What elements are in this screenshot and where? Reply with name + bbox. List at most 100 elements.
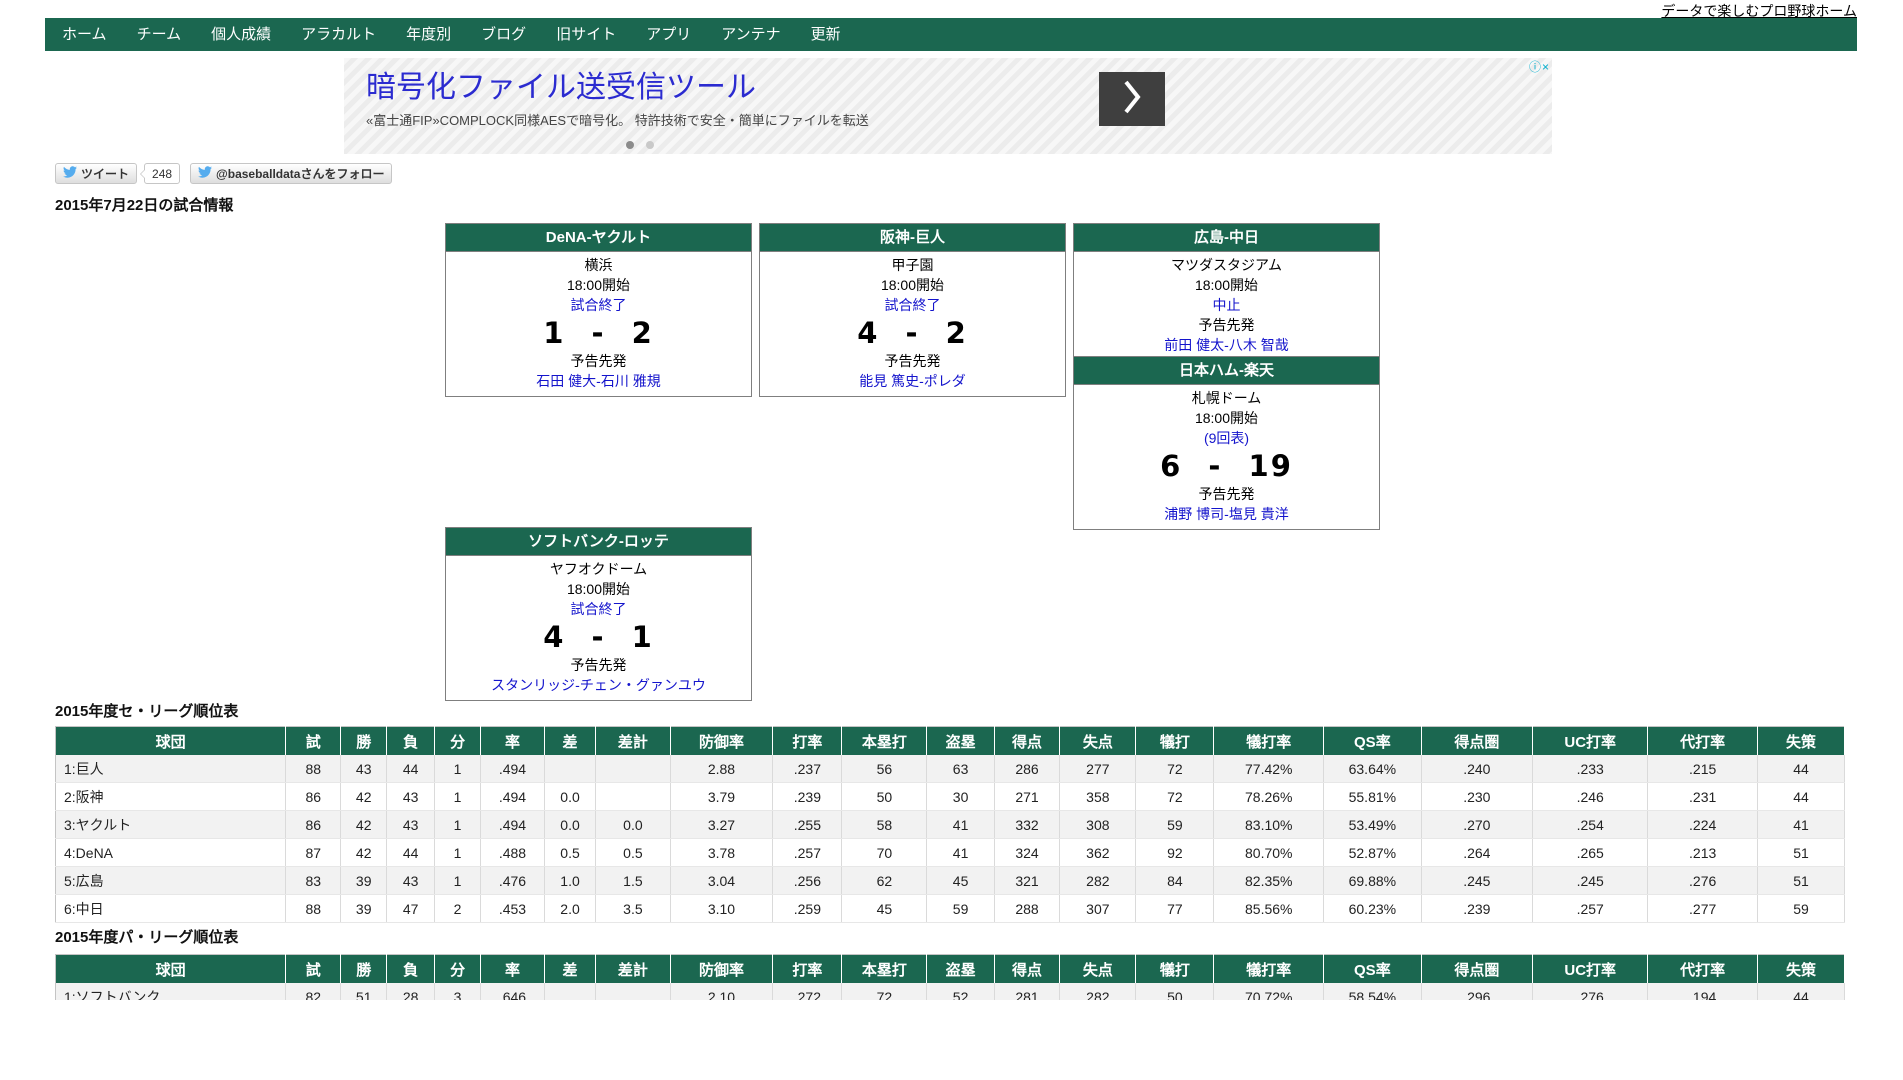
nav-link-6[interactable]: 旧サイト xyxy=(541,18,631,51)
game-status-link[interactable]: 試合終了 xyxy=(760,295,1065,315)
column-header-6: 差 xyxy=(544,727,595,756)
ad-banner: 暗号化ファイル送受信ツール «富士通FIP»COMPLOCK同様AESで暗号化。… xyxy=(344,58,1552,154)
stat-cell: 281 xyxy=(994,983,1060,1000)
starters-label: 予告先発 xyxy=(1074,315,1379,335)
column-header-5: 率 xyxy=(481,955,545,984)
column-header-6: 差 xyxy=(544,955,595,984)
stat-cell: 282 xyxy=(1060,867,1136,895)
follow-button[interactable]: @baseballdataさんをフォロー xyxy=(190,163,392,184)
follow-button-label: @baseballdataさんをフォロー xyxy=(216,165,384,182)
standings-header-row: 球団試勝負分率差差計防御率打率本塁打盗塁得点失点犠打犠打率QS率得点圏UC打率代… xyxy=(56,955,1845,984)
ad-title-link[interactable]: 暗号化ファイル送受信ツール xyxy=(366,62,756,106)
game-status-link[interactable]: 試合終了 xyxy=(446,295,751,315)
column-header-18: UC打率 xyxy=(1533,727,1648,756)
stat-cell: 59 xyxy=(1136,811,1214,839)
game-stadium: ヤフオクドーム xyxy=(446,559,751,579)
twitter-bird-icon xyxy=(63,165,77,182)
adchoices-icon[interactable]: ⓘ xyxy=(1529,60,1541,74)
nav-link-1[interactable]: チーム xyxy=(122,18,197,51)
game-status-link[interactable]: 中止 xyxy=(1074,295,1379,315)
stat-cell: 83.10% xyxy=(1214,811,1324,839)
column-header-14: 犠打 xyxy=(1136,727,1214,756)
stat-cell: 321 xyxy=(994,867,1060,895)
stat-cell: 53.49% xyxy=(1324,811,1421,839)
column-header-15: 犠打率 xyxy=(1214,727,1324,756)
stat-cell: 1 xyxy=(435,755,481,783)
nav-link-0[interactable]: ホーム xyxy=(47,18,122,51)
standings-row: 1:ソフトバンク8251283.6462.10.2727252281282507… xyxy=(56,983,1845,1000)
column-header-9: 打率 xyxy=(773,955,842,984)
ad-close-icon[interactable]: × xyxy=(1542,60,1549,74)
stat-cell: 1.0 xyxy=(544,867,595,895)
nav-item-7: アプリ xyxy=(631,18,706,51)
stat-cell: .256 xyxy=(773,867,842,895)
team-cell: 3:ヤクルト xyxy=(56,811,286,839)
stat-cell: 3.04 xyxy=(670,867,773,895)
nav-link-2[interactable]: 個人成績 xyxy=(196,18,286,51)
game-card-dena-yakult: DeNA-ヤクルト 横浜 18:00開始 試合終了 1 - 2 予告先発 石田 … xyxy=(445,223,752,397)
column-header-20: 失策 xyxy=(1758,727,1845,756)
column-header-0: 球団 xyxy=(56,955,286,984)
stat-cell: 324 xyxy=(994,839,1060,867)
stat-cell: 63 xyxy=(927,755,994,783)
game-starters-link[interactable]: 石田 健大-石川 雅規 xyxy=(446,371,751,391)
stat-cell: 59 xyxy=(927,895,994,923)
stat-cell: 83 xyxy=(286,867,341,895)
game-starters-link[interactable]: 能見 篤史-ポレダ xyxy=(760,371,1065,391)
tweet-button[interactable]: ツイート xyxy=(55,163,137,184)
nav-link-9[interactable]: 更新 xyxy=(796,18,856,51)
nav-link-3[interactable]: アラカルト xyxy=(286,18,391,51)
stat-cell: 41 xyxy=(927,811,994,839)
stat-cell: 69.88% xyxy=(1324,867,1421,895)
tweet-count-badge[interactable]: 248 xyxy=(144,163,180,184)
stat-cell: .453 xyxy=(481,895,545,923)
pacific-league-heading: 2015年度パ・リーグ順位表 xyxy=(55,926,238,947)
stat-cell: 42 xyxy=(341,839,387,867)
stat-cell: 39 xyxy=(341,867,387,895)
game-starters-link[interactable]: 前田 健太-八木 智哉 xyxy=(1074,335,1379,355)
stat-cell: 51 xyxy=(1758,839,1845,867)
nav-link-5[interactable]: ブログ xyxy=(466,18,541,51)
nav-item-3: アラカルト xyxy=(286,18,391,51)
team-cell: 1:ソフトバンク xyxy=(56,983,286,1000)
stat-cell: 307 xyxy=(1060,895,1136,923)
column-header-8: 防御率 xyxy=(670,955,773,984)
ad-next-button[interactable] xyxy=(1099,72,1165,126)
stat-cell: 358 xyxy=(1060,783,1136,811)
stat-cell: 72 xyxy=(1136,755,1214,783)
carousel-dot[interactable] xyxy=(646,141,654,149)
nav-link-4[interactable]: 年度別 xyxy=(391,18,466,51)
stat-cell: 55.81% xyxy=(1324,783,1421,811)
stat-cell: 0.5 xyxy=(544,839,595,867)
column-header-12: 得点 xyxy=(994,727,1060,756)
column-header-7: 差計 xyxy=(596,727,670,756)
game-starters-link[interactable]: スタンリッジ-チェン・グァンユウ xyxy=(446,675,751,695)
stat-cell: 72 xyxy=(842,983,927,1000)
stat-cell: 45 xyxy=(842,895,927,923)
stat-cell: 62 xyxy=(842,867,927,895)
stat-cell: 288 xyxy=(994,895,1060,923)
nav-link-8[interactable]: アンテナ xyxy=(706,18,795,51)
stat-cell: .254 xyxy=(1533,811,1648,839)
game-status-link[interactable]: (9回表) xyxy=(1074,428,1379,448)
column-header-20: 失策 xyxy=(1758,955,1845,984)
column-header-8: 防御率 xyxy=(670,727,773,756)
column-header-10: 本塁打 xyxy=(842,727,927,756)
column-header-17: 得点圏 xyxy=(1421,955,1533,984)
game-starters-link[interactable]: 浦野 博司-塩見 貴洋 xyxy=(1074,504,1379,524)
stat-cell: .231 xyxy=(1648,783,1758,811)
nav-item-5: ブログ xyxy=(466,18,541,51)
stat-cell: .494 xyxy=(481,783,545,811)
standings-row: 2:阪神8642431.4940.03.79.23950302713587278… xyxy=(56,783,1845,811)
starters-label: 予告先発 xyxy=(446,655,751,675)
stat-cell: 88 xyxy=(286,895,341,923)
stat-cell: .494 xyxy=(481,755,545,783)
carousel-dot-active[interactable] xyxy=(626,141,634,149)
nav-link-7[interactable]: アプリ xyxy=(631,18,706,51)
stat-cell: 1.5 xyxy=(596,867,670,895)
chevron-right-icon xyxy=(1122,80,1142,119)
game-status-link[interactable]: 試合終了 xyxy=(446,599,751,619)
stat-cell: 72 xyxy=(1136,783,1214,811)
stat-cell: 56 xyxy=(842,755,927,783)
stat-cell: 82.35% xyxy=(1214,867,1324,895)
